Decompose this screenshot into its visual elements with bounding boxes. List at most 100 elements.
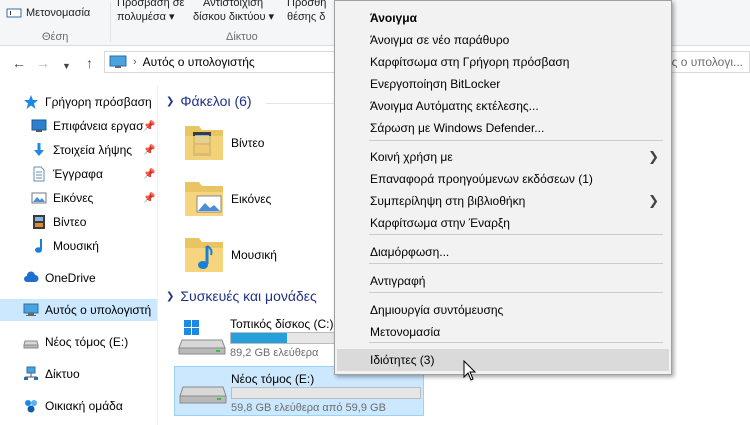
music-icon bbox=[35, 239, 42, 253]
context-menu-item[interactable]: Δημιουργία συντόμευσης bbox=[337, 299, 669, 321]
folder-label: Βίντεο bbox=[231, 136, 265, 150]
context-menu-item[interactable]: Μετονομασία bbox=[337, 321, 669, 343]
pin-icon: 📌 bbox=[143, 168, 156, 180]
back-arrow-icon[interactable]: ← bbox=[12, 55, 26, 71]
drive-icon bbox=[179, 386, 227, 404]
add-network-location-button[interactable]: Προσθή θέσης δ bbox=[287, 0, 326, 23]
sidebar-item-label: Νέος τόμος (E:) bbox=[45, 335, 129, 349]
drive-usage-fill bbox=[231, 333, 287, 343]
group-location-label: Θέση bbox=[42, 31, 69, 43]
sidebar-item[interactable]: Βίντεο bbox=[0, 211, 157, 233]
rename-icon bbox=[6, 8, 22, 18]
context-menu-item-label: Σάρωση με Windows Defender... bbox=[370, 121, 545, 135]
folder-item[interactable]: Εικόνες bbox=[183, 176, 333, 224]
sidebar-item-label: Δίκτυο bbox=[45, 367, 80, 381]
context-menu-item-label: Ιδιότητες (3) bbox=[370, 353, 435, 367]
context-menu-item-label: Καρφίτσωμα στη Γρήγορη πρόσβαση bbox=[370, 55, 570, 69]
sidebar-item[interactable]: Αυτός ο υπολογιστή bbox=[0, 299, 157, 321]
map-drive-button[interactable]: Αντιστοίχιση δίσκου δικτύου ▾ bbox=[193, 0, 274, 23]
pin-icon: 📌 bbox=[143, 120, 156, 132]
context-menu-item-label: Άνοιγμα bbox=[370, 11, 417, 25]
sidebar-item-label: OneDrive bbox=[45, 271, 96, 285]
collapse-chevron-icon: ❯ bbox=[166, 95, 175, 107]
up-arrow-icon[interactable]: ↑ bbox=[86, 55, 93, 71]
devices-section-header[interactable]: ❯ Συσκευές και μονάδες bbox=[166, 288, 317, 304]
rename-label: Μετονομασία bbox=[26, 7, 91, 19]
context-menu-item-label: Συμπερίληψη στη βιβλιοθήκη bbox=[370, 194, 526, 208]
computer-icon bbox=[109, 55, 127, 68]
folders-section-header[interactable]: ❯ Φάκελοι (6) bbox=[166, 93, 252, 109]
video-icon bbox=[33, 215, 45, 229]
context-menu-item-label: Ενεργοποίηση BitLocker bbox=[370, 77, 501, 91]
submenu-chevron-icon: ❯ bbox=[648, 149, 659, 164]
address-bar[interactable]: › Αυτός ο υπολογιστής bbox=[104, 51, 334, 73]
system-drive-icon bbox=[178, 320, 226, 355]
context-menu-item-label: Επαναφορά προηγούμενων εκδόσεων (1) bbox=[370, 172, 593, 186]
video-folder-icon bbox=[185, 126, 223, 160]
sidebar-item-label: Στοιχεία λήψης bbox=[53, 143, 133, 157]
folder-item[interactable]: Βίντεο bbox=[183, 120, 333, 168]
context-menu-item-label: Δημιουργία συντόμευσης bbox=[370, 303, 504, 317]
context-menu-item[interactable]: Άνοιγμα bbox=[337, 7, 669, 29]
context-menu-separator bbox=[369, 234, 663, 235]
desktop-icon bbox=[31, 119, 47, 132]
media-access-button[interactable]: Πρόσβαση σε πολυμέσα ▾ bbox=[117, 0, 184, 23]
sidebar-item-label: Μουσική bbox=[53, 239, 99, 253]
context-menu-item[interactable]: Επαναφορά προηγούμενων εκδόσεων (1) bbox=[337, 168, 669, 190]
sidebar-item[interactable]: Μουσική bbox=[0, 235, 157, 257]
context-menu-item[interactable]: Σάρωση με Windows Defender... bbox=[337, 117, 669, 139]
history-chevron-icon[interactable]: ▼ bbox=[62, 58, 71, 74]
sidebar-item-label: Οικιακή ομάδα bbox=[45, 399, 123, 413]
context-menu-item[interactable]: Κοινή χρήση με ❯ bbox=[337, 146, 669, 168]
context-menu-item-label: Άνοιγμα σε νέο παράθυρο bbox=[370, 33, 510, 47]
breadcrumb: Αυτός ο υπολογιστής bbox=[142, 55, 255, 69]
sidebar-item-label: Εικόνες bbox=[53, 191, 94, 205]
forward-arrow-icon[interactable]: → bbox=[36, 55, 50, 71]
pin-icon: 📌 bbox=[143, 144, 156, 156]
sidebar-item[interactable]: Οικιακή ομάδα bbox=[0, 395, 157, 417]
sidebar-item[interactable]: OneDrive bbox=[0, 267, 157, 289]
collapse-chevron-icon: ❯ bbox=[166, 290, 175, 302]
download-icon bbox=[34, 143, 44, 156]
drive-name: Νέος τόμος (E:) bbox=[231, 372, 315, 386]
sidebar-item[interactable]: Στοιχεία λήψης 📌 bbox=[0, 139, 157, 161]
sidebar-item[interactable]: Εικόνες 📌 bbox=[0, 187, 157, 209]
devices-header-label: Συσκευές και μονάδες bbox=[180, 288, 317, 304]
drive-free-space: 89,2 GB ελεύθερα bbox=[230, 347, 319, 359]
sidebar-item[interactable]: Δίκτυο bbox=[0, 363, 157, 385]
pictures-icon bbox=[31, 192, 47, 204]
music-folder-icon bbox=[185, 238, 223, 272]
context-menu-item[interactable]: Άνοιγμα σε νέο παράθυρο bbox=[337, 29, 669, 51]
context-menu-item[interactable]: Αντιγραφή bbox=[337, 270, 669, 292]
document-icon bbox=[33, 166, 45, 182]
mouse-cursor-icon bbox=[463, 360, 477, 381]
sidebar-item-label: Έγγραφα bbox=[53, 167, 103, 181]
drive-free-space: 59,8 GB ελεύθερα από 59,9 GB bbox=[231, 402, 386, 414]
network-icon bbox=[24, 366, 38, 380]
context-menu-separator bbox=[369, 140, 663, 141]
homegroup-icon bbox=[25, 400, 37, 413]
context-menu-item-label: Διαμόρφωση... bbox=[370, 245, 450, 259]
cloud-icon bbox=[24, 271, 39, 282]
context-menu-item[interactable]: Καρφίτσωμα στη Γρήγορη πρόσβαση bbox=[337, 51, 669, 73]
context-menu-item[interactable]: Συμπερίληψη στη βιβλιοθήκη ❯ bbox=[337, 190, 669, 212]
context-menu-separator bbox=[369, 263, 663, 264]
rename-button[interactable]: Μετονομασία bbox=[6, 7, 90, 19]
context-menu: Άνοιγμα Άνοιγμα σε νέο παράθυρο Καρφίτσωμα… bbox=[334, 0, 672, 375]
context-menu-item[interactable]: Διαμόρφωση... bbox=[337, 241, 669, 263]
folder-label: Μουσική bbox=[231, 248, 277, 262]
context-menu-item[interactable]: Ενεργοποίηση BitLocker bbox=[337, 73, 669, 95]
sidebar-item[interactable]: Νέος τόμος (E:) bbox=[0, 331, 157, 353]
context-menu-item[interactable]: Καρφίτσωμα στην Έναρξη bbox=[337, 212, 669, 234]
folder-item[interactable]: Μουσική bbox=[183, 232, 333, 280]
submenu-chevron-icon: ❯ bbox=[648, 193, 659, 208]
sidebar-item-label: Βίντεο bbox=[53, 215, 87, 229]
context-menu-item[interactable]: Ιδιότητες (3) bbox=[337, 349, 669, 371]
drive-icon bbox=[23, 340, 39, 349]
ribbon-divider bbox=[110, 2, 111, 42]
sidebar-item[interactable]: Γρήγορη πρόσβαση bbox=[0, 91, 157, 113]
sidebar-item[interactable]: Έγγραφα 📌 bbox=[0, 163, 157, 185]
sidebar-item[interactable]: Επιφάνεια εργασ 📌 bbox=[0, 115, 157, 137]
context-menu-item[interactable]: Άνοιγμα Αυτόματης εκτέλεσης... bbox=[337, 95, 669, 117]
context-menu-separator bbox=[369, 292, 663, 293]
